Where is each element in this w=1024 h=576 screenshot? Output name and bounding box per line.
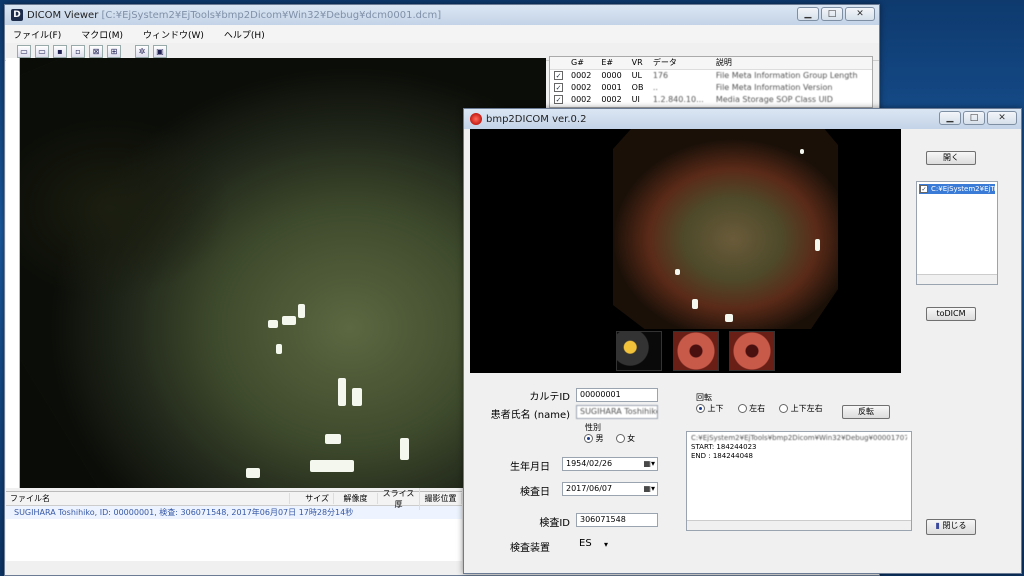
file-list[interactable]: ファイル名 サイズ 解像度 スライス厚 撮影位置 SUGIHARA Toshih… (6, 487, 462, 561)
flip-button[interactable]: 反転 (842, 405, 890, 419)
check-icon[interactable]: ✓ (554, 70, 563, 80)
copy-icon[interactable]: ▫ (71, 45, 85, 58)
patient-name-label: 患者氏名 (name) (490, 410, 570, 421)
birth-date-label: 生年月日 (510, 462, 550, 473)
save-icon[interactable]: ▪ (53, 45, 67, 58)
tag-table-header: G# E# VR データ 説明 (550, 57, 872, 70)
zoom-icon[interactable]: ⊠ (89, 45, 103, 58)
grid-icon[interactable]: ⊞ (107, 45, 121, 58)
calendar-icon[interactable]: ▦▾ (643, 458, 655, 470)
log-output[interactable]: C:¥EjSystem2¥EjTools¥bmp2Dicom¥Win32¥Deb… (686, 431, 912, 531)
settings-icon[interactable]: ✲ (135, 45, 149, 58)
thumbnail-scope[interactable] (616, 331, 662, 371)
bmp2dicom-window: bmp2DICOM ver.0.2 ▁ □ ✕ 開く ✓ C:¥EjSystem… (463, 108, 1022, 574)
b2d-titlebar[interactable]: bmp2DICOM ver.0.2 ▁ □ ✕ (464, 109, 1021, 129)
sex-female-radio[interactable]: 女 (615, 433, 635, 444)
menu-window[interactable]: ウィンドウ(W) (143, 28, 204, 41)
table-row[interactable]: ✓ 0002 0000 UL 176 File Meta Information… (550, 69, 872, 81)
viewer-menubar: ファイル(F) マクロ(M) ウィンドウ(W) ヘルプ(H) (5, 25, 879, 43)
app-icon (470, 113, 482, 125)
karte-id-label: カルテID (529, 392, 570, 403)
close-button[interactable]: ✕ (845, 7, 875, 21)
minimize-button[interactable]: ▁ (939, 111, 961, 125)
check-icon[interactable]: ✓ (554, 94, 563, 104)
dicom-app-icon: D (11, 9, 23, 21)
birth-date-picker[interactable]: 1954/02/26 ▦▾ (562, 457, 658, 471)
thumbnail-2[interactable] (729, 331, 775, 371)
rotate-radio-group: 上下 左右 上下左右 (696, 403, 823, 414)
menu-help[interactable]: ヘルプ(H) (224, 28, 265, 41)
open-folder-icon[interactable]: ▭ (17, 45, 31, 58)
folder-icon[interactable]: ▭ (35, 45, 49, 58)
file-listbox[interactable]: ✓ C:¥EjSystem2¥EjTools... (916, 181, 998, 285)
patient-name-field[interactable]: SUGIHARA Toshihiko (576, 405, 658, 419)
rotate-ud-radio[interactable]: 上下 (696, 403, 724, 414)
rotate-udlr-radio[interactable]: 上下左右 (779, 403, 823, 414)
table-row[interactable]: ✓ 0002 0001 OB .. File Meta Information … (550, 81, 872, 93)
todicm-button[interactable]: toDICM (926, 307, 976, 321)
exam-date-label: 検査日 (520, 487, 550, 498)
menu-macro[interactable]: マクロ(M) (81, 28, 123, 41)
tag-table[interactable]: G# E# VR データ 説明 ✓ 0002 0000 UL 176 File … (549, 56, 873, 108)
check-icon[interactable]: ✓ (920, 185, 928, 193)
minimize-button[interactable]: ▁ (797, 7, 819, 21)
b2d-title: bmp2DICOM ver.0.2 (486, 113, 587, 125)
menu-file[interactable]: ファイル(F) (13, 28, 61, 41)
exam-date-picker[interactable]: 2017/06/07 ▦▾ (562, 482, 658, 496)
vertical-ruler (6, 58, 20, 488)
maximize-button[interactable]: □ (821, 7, 843, 21)
sex-label: 性別 (585, 423, 601, 432)
rotate-label: 回転 (696, 393, 712, 402)
window-icon[interactable]: ▣ (153, 45, 167, 58)
karte-id-field[interactable]: 00000001 (576, 388, 658, 402)
sex-radio-group: 男 女 (584, 433, 635, 444)
file-list-header: ファイル名 サイズ 解像度 スライス厚 撮影位置 (6, 487, 462, 510)
rotate-lr-radio[interactable]: 左右 (737, 403, 765, 414)
exam-id-field[interactable]: 306071548 (576, 513, 658, 527)
device-label: 検査装置 (510, 543, 550, 554)
preview-endoscopy-image (613, 129, 838, 329)
close-dialog-button[interactable]: ▮ 閉じる (926, 519, 976, 535)
check-icon[interactable]: ✓ (554, 82, 563, 92)
device-select[interactable]: ES ▾ (576, 538, 610, 552)
thumbnail-1[interactable] (673, 331, 719, 371)
log-scrollbar[interactable] (687, 520, 911, 530)
maximize-button[interactable]: □ (963, 111, 985, 125)
door-icon: ▮ (935, 521, 940, 530)
viewer-titlebar[interactable]: D DICOM Viewer [C:¥EjSystem2¥EjTools¥bmp… (5, 5, 879, 25)
close-button[interactable]: ✕ (987, 111, 1017, 125)
calendar-icon[interactable]: ▦▾ (643, 483, 655, 495)
exam-id-label: 検査ID (539, 518, 570, 529)
table-row[interactable]: ✓ 0002 0002 UI 1.2.840.10... Media Stora… (550, 93, 872, 105)
sex-male-radio[interactable]: 男 (584, 433, 604, 444)
chevron-down-icon[interactable]: ▾ (604, 539, 608, 551)
viewer-title: DICOM Viewer [C:¥EjSystem2¥EjTools¥bmp2D… (27, 9, 442, 21)
list-item[interactable]: ✓ C:¥EjSystem2¥EjTools... (919, 184, 995, 194)
image-preview (470, 129, 901, 373)
listbox-scrollbar[interactable] (917, 274, 997, 284)
open-button[interactable]: 開く (926, 151, 976, 165)
